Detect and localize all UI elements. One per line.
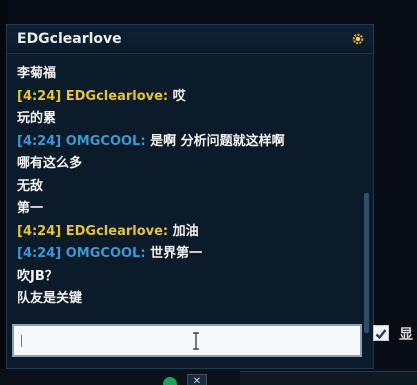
message-timestamp: [4:24]: [17, 88, 66, 104]
scrollbar-thumb[interactable]: [364, 193, 369, 333]
chat-message: 无敌: [17, 176, 357, 199]
chat-titlebar[interactable]: EDGclearlove: [7, 25, 373, 54]
chat-message: [4:24] EDGclearlove: 哎: [17, 86, 357, 109]
message-text: 李菊福: [17, 66, 57, 81]
chat-message: [4:24] OMGCOOL: 世界第一: [17, 243, 357, 266]
chat-title: EDGclearlove: [17, 31, 122, 47]
message-text: 队友是关键: [17, 291, 83, 306]
message-text: 哪有这么多: [17, 156, 83, 171]
message-text: 无敌: [17, 178, 44, 194]
chat-message: [4:24] EDGclearlove: 加油: [17, 221, 357, 244]
chat-window: EDGclearlove 李菊福 [4:24] EDGclearlove: 哎玩的…: [6, 24, 374, 369]
message-sender[interactable]: EDGclearlove:: [66, 89, 173, 104]
show-checkbox-label: 显: [399, 327, 413, 343]
message-sender[interactable]: EDGclearlove:: [66, 224, 173, 239]
status-dot-icon: [163, 377, 177, 385]
chat-message: 第一: [17, 198, 357, 221]
text-caret: [21, 335, 22, 347]
bottom-panel: [240, 371, 417, 385]
message-timestamp: [4:24]: [17, 133, 66, 149]
chat-message: 哪有这么多: [17, 153, 357, 176]
message-sender[interactable]: OMGCOOL:: [66, 134, 150, 149]
message-list: 李菊福 [4:24] EDGclearlove: 哎玩的累 [4:24] OMGCO…: [17, 63, 357, 333]
message-text: 加油: [172, 223, 199, 239]
message-sender[interactable]: OMGCOOL:: [66, 246, 150, 261]
chat-message: 玩的累: [17, 108, 357, 131]
chat-message: 李菊福: [17, 63, 357, 86]
chat-input[interactable]: [12, 324, 362, 357]
message-timestamp: [4:24]: [17, 246, 66, 261]
close-icon[interactable]: ✕: [187, 374, 207, 385]
chat-message: [4:24] OMGCOOL: 是啊 分析问题就这样啊: [17, 131, 357, 154]
message-text: 哎: [172, 88, 186, 104]
show-checkbox[interactable]: [373, 325, 389, 341]
gear-icon[interactable]: [352, 33, 364, 45]
message-text: 是啊 分析问题就这样啊: [150, 133, 285, 149]
message-text: 第一: [17, 201, 44, 216]
screen: EDGclearlove 李菊福 [4:24] EDGclearlove: 哎玩的…: [0, 0, 417, 385]
message-text: 世界第一: [150, 246, 203, 261]
message-timestamp: [4:24]: [17, 223, 66, 239]
chat-message: 队友是关键: [17, 288, 357, 311]
checkmark-icon: [375, 329, 387, 340]
chat-message: 吹JB？: [17, 266, 357, 289]
text-cursor-icon: [193, 332, 199, 350]
message-text: 玩的累: [17, 111, 57, 126]
message-text: 吹JB？: [17, 268, 58, 284]
